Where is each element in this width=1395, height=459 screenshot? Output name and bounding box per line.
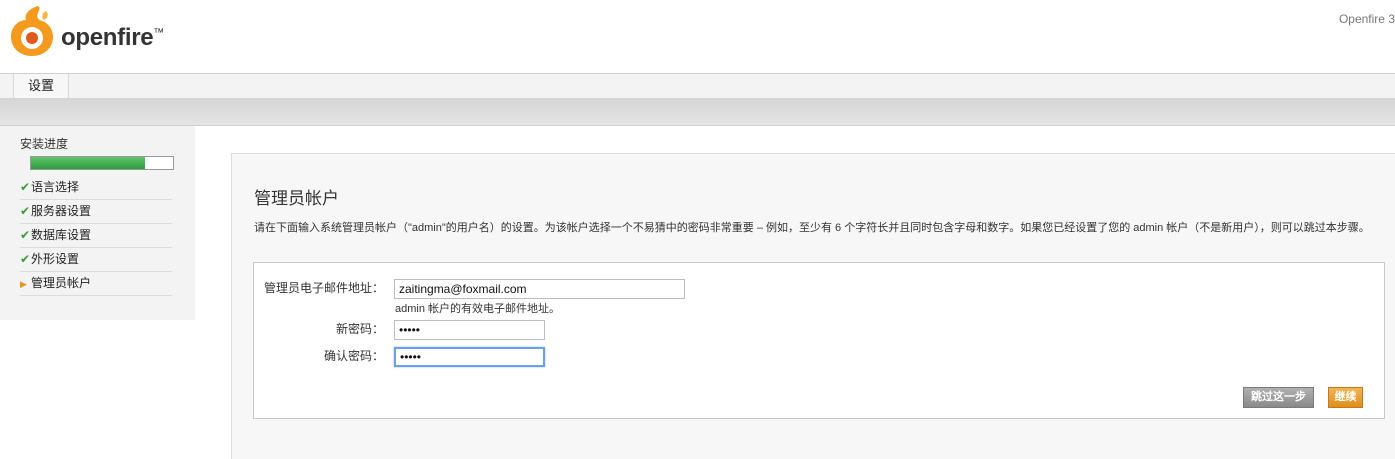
email-field[interactable] <box>394 279 685 299</box>
brand-text: openfire <box>61 24 154 51</box>
progress-bar <box>30 156 174 170</box>
step-label: 外形设置 <box>31 252 80 266</box>
step-label: 服务器设置 <box>31 204 92 218</box>
progress-fill <box>31 157 145 169</box>
check-icon: ✔ <box>20 180 31 194</box>
step-database[interactable]: ✔数据库设置 <box>20 224 172 248</box>
arrow-right-icon: ▶ <box>20 279 27 289</box>
page-description: 请在下面输入系统管理员帐户（"admin"的用户名）的设置。为该帐户选择一个不易… <box>254 222 1370 234</box>
version-label: Openfire 3 <box>1338 12 1395 26</box>
sidebar-content: 安装进度 ✔语言选择 ✔服务器设置 ✔数据库设置 ✔外形设置 ▶ 管理员帐户 <box>20 136 174 296</box>
step-label: 语言选择 <box>31 180 80 194</box>
step-admin-account: ▶ 管理员帐户 <box>20 272 172 296</box>
admin-form: 管理员电子邮件地址： admin 帐户的有效电子邮件地址。 新密码： 确认密码：… <box>253 262 1385 419</box>
step-label: 管理员帐户 <box>31 276 92 290</box>
check-icon: ✔ <box>20 204 31 218</box>
email-label: 管理员电子邮件地址： <box>264 281 385 295</box>
main-panel: 管理员帐户 请在下面输入系统管理员帐户（"admin"的用户名）的设置。为该帐户… <box>231 153 1395 459</box>
check-icon: ✔ <box>20 252 31 266</box>
confirm-password-field[interactable] <box>394 347 545 367</box>
header: openfire™ Openfire 3 <box>0 0 1395 74</box>
skip-step-button[interactable]: 跳过这一步 <box>1243 387 1314 408</box>
continue-button[interactable]: 继续 <box>1328 387 1363 408</box>
trademark-mark: ™ <box>153 27 164 39</box>
new-password-label: 新密码： <box>335 322 384 336</box>
openfire-logo-icon <box>11 6 53 56</box>
sub-tab-bar <box>0 99 1395 126</box>
step-appearance[interactable]: ✔外形设置 <box>20 248 172 272</box>
check-icon: ✔ <box>20 228 31 242</box>
progress-title: 安装进度 <box>20 137 69 151</box>
step-server[interactable]: ✔服务器设置 <box>20 200 172 224</box>
confirm-password-label: 确认密码： <box>323 349 384 363</box>
brand-name: openfire™ <box>61 24 164 52</box>
tab-setup[interactable]: 设置 <box>13 74 69 98</box>
setup-steps-list: ✔语言选择 ✔服务器设置 ✔数据库设置 ✔外形设置 ▶ 管理员帐户 <box>20 176 172 296</box>
new-password-field[interactable] <box>394 320 545 340</box>
page-title: 管理员帐户 <box>254 189 339 208</box>
step-language[interactable]: ✔语言选择 <box>20 176 172 200</box>
sidebar: 安装进度 ✔语言选择 ✔服务器设置 ✔数据库设置 ✔外形设置 ▶ 管理员帐户 <box>0 126 195 320</box>
step-label: 数据库设置 <box>31 228 92 242</box>
email-hint: admin 帐户的有效电子邮件地址。 <box>395 303 561 315</box>
tab-bar: 设置 <box>0 74 1395 99</box>
